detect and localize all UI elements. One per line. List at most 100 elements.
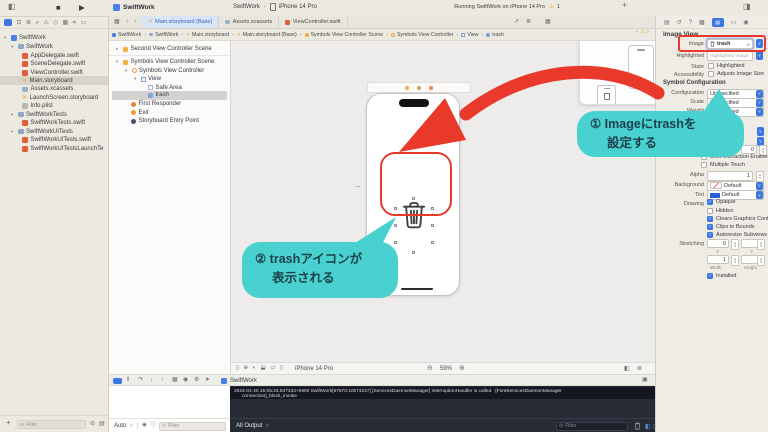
stretching-height-stepper[interactable]: ▲ ▼	[757, 255, 765, 266]
outline-row-trash[interactable]: trash	[148, 91, 169, 99]
exit-dock-icon[interactable]	[429, 85, 433, 90]
warning-count[interactable]: 1	[557, 4, 560, 10]
zoom-out-icon[interactable]: ⊖	[427, 365, 433, 372]
minimap-toggle-icon[interactable]: ◧	[624, 366, 630, 372]
stop-button[interactable]: ■	[56, 3, 61, 12]
editor-tab-main-storyboard[interactable]: ✕ Main.storyboard (Base)	[142, 16, 220, 28]
jumpbar-item[interactable]: Main.storyboard	[192, 32, 229, 38]
scm-filter-icon[interactable]: ▤	[99, 421, 105, 427]
selection-handle[interactable]	[394, 241, 397, 244]
popup-button[interactable]: ˅	[756, 181, 763, 190]
navigator-row-group[interactable]: ▾ SwiftWork	[0, 42, 119, 51]
jump-bar[interactable]: SwiftWork › SwiftWork › ✕ Main.storyboar…	[112, 29, 632, 40]
file-inspector-tab[interactable]: ▤	[664, 20, 670, 26]
recents-filter-icon[interactable]: ⊘	[90, 421, 95, 427]
quick-help-inspector-tab[interactable]: ?	[689, 20, 692, 26]
canvas-minimap[interactable]	[579, 41, 655, 105]
jumpbar-item[interactable]: SwiftWork	[155, 32, 178, 38]
autoresize-subviews-checkbox[interactable]: ✓	[707, 232, 713, 238]
installed-checkbox[interactable]: ✓	[707, 273, 713, 279]
selection-handle[interactable]	[412, 251, 415, 254]
stretching-width-field[interactable]: 1	[707, 255, 729, 264]
navigator-filter-field[interactable]: ⊙ Filter	[17, 420, 86, 429]
disclosure-icon[interactable]: ▾	[4, 35, 8, 41]
zoom-level[interactable]: 59%	[440, 366, 452, 372]
code-review-icon[interactable]: ↗	[514, 19, 519, 25]
outline-row-entry-point[interactable]: Storyboard Entry Point	[131, 117, 199, 125]
editor-tab-viewcontroller[interactable]: ViewController.swift	[279, 16, 348, 28]
disclosure-icon[interactable]: ▾	[11, 129, 15, 135]
orientation-icon[interactable]: ⊕	[244, 365, 249, 372]
editor-tab-assets[interactable]: Assets.xcassets	[219, 16, 280, 28]
highlighted-dropdown-button[interactable]: ˅	[756, 51, 763, 60]
previous-issue-icon[interactable]: ‹	[636, 29, 638, 35]
issue-warning-icon[interactable]: ⚠	[640, 29, 645, 35]
jumpbar-item[interactable]: SwiftWork	[118, 32, 141, 38]
navigator-row-project[interactable]: ▾ SwiftWork	[0, 33, 112, 42]
project-navigator-tab[interactable]	[4, 19, 12, 26]
identity-inspector-tab[interactable]: ▦	[699, 20, 705, 26]
entry-point-arrow-icon[interactable]: →	[353, 180, 362, 190]
step-over-icon[interactable]: ↷	[138, 377, 143, 383]
find-navigator-tab[interactable]: ⌕	[36, 20, 39, 26]
related-items-icon[interactable]: ▦	[114, 19, 120, 25]
history-inspector-tab[interactable]: ↺	[677, 20, 682, 26]
variables-filter-field[interactable]: ⊙ Filter	[159, 421, 226, 431]
outline-row-scene[interactable]: ▾ Symbols View Controller Scene	[116, 58, 214, 66]
storyboard-canvas[interactable]: →	[231, 41, 655, 362]
breakpoint-navigator-tab[interactable]: ⌗	[73, 20, 76, 26]
navigator-toggle-icon[interactable]: ◧	[8, 3, 16, 11]
device-bezels-icon[interactable]: ▯	[236, 365, 239, 372]
outline-row-scene2[interactable]: ▸ Second View Controller Scene	[116, 45, 212, 53]
issue-navigator-tab[interactable]: ⚠	[43, 19, 48, 26]
stretching-y-stepper[interactable]: ▲ ▼	[757, 239, 765, 250]
popup-button[interactable]: ˅	[756, 191, 763, 199]
test-navigator-tab[interactable]: ◇	[53, 20, 58, 26]
view-hierarchy-icon[interactable]: ▦	[172, 377, 178, 383]
outline-row-viewcontroller[interactable]: ▾ Symbols View Controller	[125, 67, 204, 75]
next-issue-icon[interactable]: ›	[647, 29, 649, 35]
variables-pane-toggle-icon[interactable]: ◧	[645, 423, 651, 430]
canvas-options-icon[interactable]: ≣	[637, 366, 642, 372]
clips-to-bounds-checkbox[interactable]: ✓	[707, 224, 713, 230]
jumpbar-item[interactable]: View	[467, 32, 478, 38]
console-log-entry[interactable]: 2024-01-20 15:05:23.847433+0900 SwiftWor…	[230, 387, 655, 399]
memory-graph-icon[interactable]: ◉	[183, 377, 188, 383]
disclosure-icon[interactable]: ▾	[134, 76, 138, 82]
disclosure-icon[interactable]: ▾	[116, 59, 120, 65]
stretching-x-field[interactable]: 0	[707, 239, 729, 248]
run-button[interactable]: ▶	[79, 3, 85, 12]
adjusts-image-size-checkbox[interactable]	[708, 70, 714, 77]
output-scope-button[interactable]: All Output	[236, 423, 262, 429]
appearance-icon[interactable]: ◐	[253, 365, 256, 372]
canvas-device-button[interactable]: iPhone 14 Pro	[295, 366, 333, 372]
pause-button[interactable]: ‖	[127, 377, 129, 383]
selection-handle[interactable]	[431, 241, 434, 244]
multiple-touch-checkbox[interactable]	[701, 162, 707, 168]
selection-handle[interactable]	[394, 224, 397, 227]
scheme-selector[interactable]: SwiftWork › iPhone 14 Pro	[233, 3, 317, 11]
alpha-field[interactable]: 1	[707, 170, 753, 181]
debug-navigator-tab[interactable]: ▦	[62, 20, 68, 26]
symbol-navigator-tab[interactable]: ≣	[26, 20, 31, 26]
forward-button[interactable]: ›	[134, 18, 136, 25]
connections-inspector-tab[interactable]: ◉	[743, 20, 748, 26]
size-inspector-tab[interactable]: ▭	[731, 20, 737, 26]
clear-console-icon[interactable]	[634, 422, 641, 430]
step-out-icon[interactable]: ↑	[161, 377, 164, 383]
jumpbar-item[interactable]: trash	[492, 32, 504, 38]
debug-console[interactable]: 2024-01-20 15:05:23.847433+0900 SwiftWor…	[230, 386, 659, 432]
stretching-x-stepper[interactable]: ▲ ▼	[731, 239, 739, 250]
jumpbar-item[interactable]: Symbols View Controller	[397, 32, 453, 38]
disclosure-icon[interactable]: ▾	[11, 112, 15, 118]
variables-scope-button[interactable]: Auto	[114, 423, 126, 429]
show-only-icon[interactable]: ◉	[142, 422, 147, 429]
editor-options-icon[interactable]: ≣	[526, 19, 531, 25]
jumpbar-item[interactable]: Main.storyboard (Base)	[243, 32, 297, 38]
disclosure-icon[interactable]: ▾	[11, 44, 15, 50]
add-editor-icon[interactable]: ▦	[545, 19, 551, 25]
environment-overrides-icon[interactable]: ⚙	[194, 377, 199, 383]
console-filter-field[interactable]: ⊙ Filter	[556, 421, 628, 431]
first-responder-dock-icon[interactable]	[417, 85, 421, 90]
library-plus-button[interactable]: +	[622, 1, 627, 10]
